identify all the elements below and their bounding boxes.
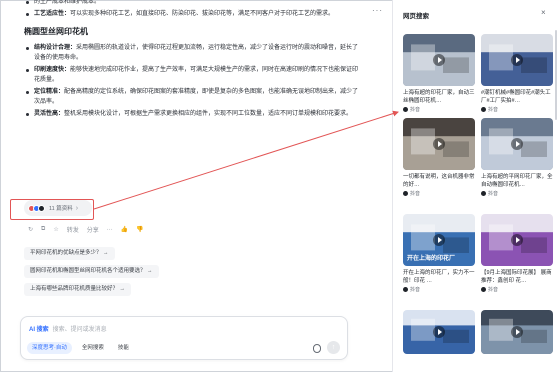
douyin-icon	[403, 107, 408, 112]
deep-think-toggle[interactable]: 深度思考·自动	[27, 342, 72, 354]
video-thumbnail[interactable]	[481, 214, 553, 266]
bullet-title: 结构设计合理：	[34, 45, 77, 51]
video-card[interactable]: 【9月上海国际印花展】 展商推荐：鑫创印 花… 抖音	[481, 214, 553, 293]
play-icon	[511, 326, 523, 338]
suggestion-2[interactable]: 圆网印花机和椭圆型丝网印花机各个适用要选？ →	[24, 265, 159, 278]
suggestion-1[interactable]: 平网印花机的优缺点是多少？ →	[24, 247, 115, 260]
video-source: 抖音	[403, 106, 475, 113]
video-title[interactable]: 开在上海的印花厂，实力不一般！印花 …	[403, 269, 475, 285]
close-icon[interactable]: ×	[541, 8, 546, 17]
message-action-2[interactable]: ☆	[53, 226, 58, 233]
source-label: 抖音	[410, 107, 421, 113]
ai-search-label: AI 搜索	[29, 327, 49, 333]
bullet-item: 灵活性高：整机采用模块化设计，可根据生产需求更换相应的组件，实现不同工位数量，适…	[24, 109, 364, 119]
video-thumbnail[interactable]	[481, 310, 553, 354]
message-action-0[interactable]: ↻	[28, 226, 33, 233]
douyin-icon	[403, 287, 408, 292]
douyin-icon	[481, 107, 486, 112]
chat-area: 的生产成本和维护成本。 工艺适应性：可以实现多种印花工艺，如直接印花、防染印花、拔…	[0, 0, 392, 372]
video-thumbnail[interactable]	[403, 118, 475, 170]
video-card[interactable]	[403, 310, 475, 354]
source-label: 抖音	[488, 287, 499, 293]
more-icon[interactable]: ···	[372, 6, 383, 15]
bullet-text: 的生产成本和维护成本。	[34, 0, 101, 5]
section-bullet-list: 结构设计合理：采用椭圆形的轨道设计，使得印花过程更加流畅，运行稳定性高，减少了设…	[24, 43, 364, 119]
message-action-6[interactable]: 👍	[121, 226, 128, 233]
play-icon	[433, 326, 445, 338]
video-card[interactable]: 上海有超的平网印花厂家，全自动椭圆印花机… 抖音	[481, 118, 553, 197]
bullet-item: 印刷速度快：能够快速地完成印花作业，提高了生产效率，可满足大规模生产的需求，同时…	[24, 65, 364, 85]
video-card[interactable]: 上海有超的印花厂家，自动三丝椭圆印花机… 抖音	[403, 34, 475, 113]
bullet-item: 定位精准：配备高精度的定位系统，确保印花图案的套准精度，即使是复杂的多色图案，也…	[24, 87, 364, 107]
video-thumbnail[interactable]	[481, 34, 553, 86]
video-thumbnail[interactable]: 开在上海的印花厂	[403, 214, 475, 266]
source-label: 抖音	[488, 191, 499, 197]
bullet-title: 印刷速度快：	[34, 67, 71, 73]
panel-title: 网页搜索	[403, 13, 429, 20]
bullet-text: 可以实现多种印花工艺，如直接印花、防染印花、拔染印花等，满足不同客户对于印花工艺…	[70, 11, 335, 17]
video-card[interactable]	[481, 310, 553, 354]
video-card[interactable]: 开在上海的印花厂开在上海的印花厂，实力不一般！印花 … 抖音	[403, 214, 475, 293]
play-icon	[433, 138, 445, 150]
play-icon	[511, 234, 523, 246]
video-source: 抖音	[481, 286, 553, 293]
tools-button[interactable]: 技能	[113, 342, 133, 354]
send-button[interactable]: ↑	[327, 341, 340, 354]
video-card[interactable]: 一切都有说明，这台机器非常的好… 抖音	[403, 118, 475, 197]
bullet-item: 结构设计合理：采用椭圆形的轨道设计，使得印花过程更加流畅，运行稳定性高，减少了设…	[24, 43, 364, 63]
message-action-3[interactable]: 转发	[67, 225, 79, 234]
video-source: 抖音	[403, 286, 475, 293]
bullet-title: 定位精准：	[34, 89, 65, 95]
answer-text: 的生产成本和维护成本。 工艺适应性：可以实现多种印花工艺，如直接印花、防染印花、拔…	[24, 0, 364, 121]
section-heading: 椭圆型丝网印花机	[24, 27, 88, 36]
play-icon	[511, 54, 523, 66]
video-thumbnail[interactable]	[403, 34, 475, 86]
suggestion-3[interactable]: 上海有哪些品牌印花机质量比较好？ →	[24, 283, 132, 296]
video-source: 抖音	[481, 106, 553, 113]
video-title[interactable]: 【9月上海国际印花展】 展商推荐：鑫创印 花…	[481, 269, 553, 285]
message-action-7[interactable]: 👎	[136, 226, 143, 233]
video-title[interactable]: 上海有超的印花厂家，自动三丝椭圆印花机…	[403, 89, 475, 105]
bullet-text: 配备高精度的定位系统，确保印花图案的套准精度，即使是复杂的多色图案，也能准确无误…	[34, 89, 359, 105]
thumbnail-caption: 开在上海的印花厂	[407, 256, 456, 262]
source-label: 抖音	[488, 107, 499, 113]
panel-scrollbar[interactable]	[555, 30, 557, 120]
bullet-text: 整机采用模块化设计，可根据生产需求更换相应的组件，实现不同工位数量，适应不同订单…	[64, 111, 353, 117]
web-search-panel: 网页搜索 × 上海有超的印花厂家，自动三丝椭圆印花机… 抖音 #潮钉机械#椭圆印花#…	[392, 0, 560, 372]
message-actions: ↻ ⧉ ☆ 转发 分享 ··· 👍 👎	[28, 225, 152, 234]
chat-input-box[interactable]: AI 搜索 搜索、提问或发消息 深度思考·自动 全网搜索 技能 ↑	[20, 316, 348, 360]
bullet-title: 工艺适应性：	[34, 11, 71, 17]
play-icon	[433, 54, 445, 66]
input-placeholder[interactable]: 搜索、提问或发消息	[53, 324, 107, 333]
video-source: 抖音	[403, 190, 475, 197]
video-title[interactable]: #潮钉机械#椭圆印花#潮头工厂#工厂实拍#…	[481, 89, 553, 105]
bullet-text: 采用椭圆形的轨道设计，使得印花过程更加流畅，运行稳定性高，减少了设备运行时的震动…	[34, 45, 359, 61]
top-bullet-list: 的生产成本和维护成本。 工艺适应性：可以实现多种印花工艺，如直接印花、防染印花、拔…	[24, 0, 364, 19]
source-label: 抖音	[410, 191, 421, 197]
source-label: 抖音	[410, 287, 421, 293]
message-action-5[interactable]: ···	[107, 227, 113, 233]
video-thumbnail[interactable]	[481, 118, 553, 170]
bullet-item: 工艺适应性：可以实现多种印花工艺，如直接印花、防染印花、拔染印花等，满足不同客户…	[24, 9, 364, 19]
play-icon	[511, 138, 523, 150]
douyin-icon	[403, 191, 408, 196]
video-thumbnail[interactable]	[403, 310, 475, 354]
highlight-box	[10, 199, 94, 220]
video-source: 抖音	[481, 190, 553, 197]
web-search-toggle[interactable]: 全网搜索	[77, 342, 108, 354]
message-action-1[interactable]: ⧉	[41, 226, 45, 233]
douyin-icon	[481, 287, 486, 292]
video-card[interactable]: #潮钉机械#椭圆印花#潮头工厂#工厂实拍#… 抖音	[481, 34, 553, 113]
video-title[interactable]: 上海有超的平网印花厂家，全自动椭圆印花机…	[481, 173, 553, 189]
message-action-4[interactable]: 分享	[87, 225, 99, 234]
video-title[interactable]: 一切都有说明，这台机器非常的好…	[403, 173, 475, 189]
douyin-icon	[481, 191, 486, 196]
play-icon	[433, 234, 445, 246]
bullet-text: 能够快速地完成印花作业，提高了生产效率，可满足大规模生产的需求，同时在高速印刷的…	[34, 67, 359, 83]
microphone-icon[interactable]	[313, 344, 321, 353]
bullet-title: 灵活性高：	[34, 111, 65, 117]
bullet-item: 的生产成本和维护成本。	[24, 0, 364, 7]
